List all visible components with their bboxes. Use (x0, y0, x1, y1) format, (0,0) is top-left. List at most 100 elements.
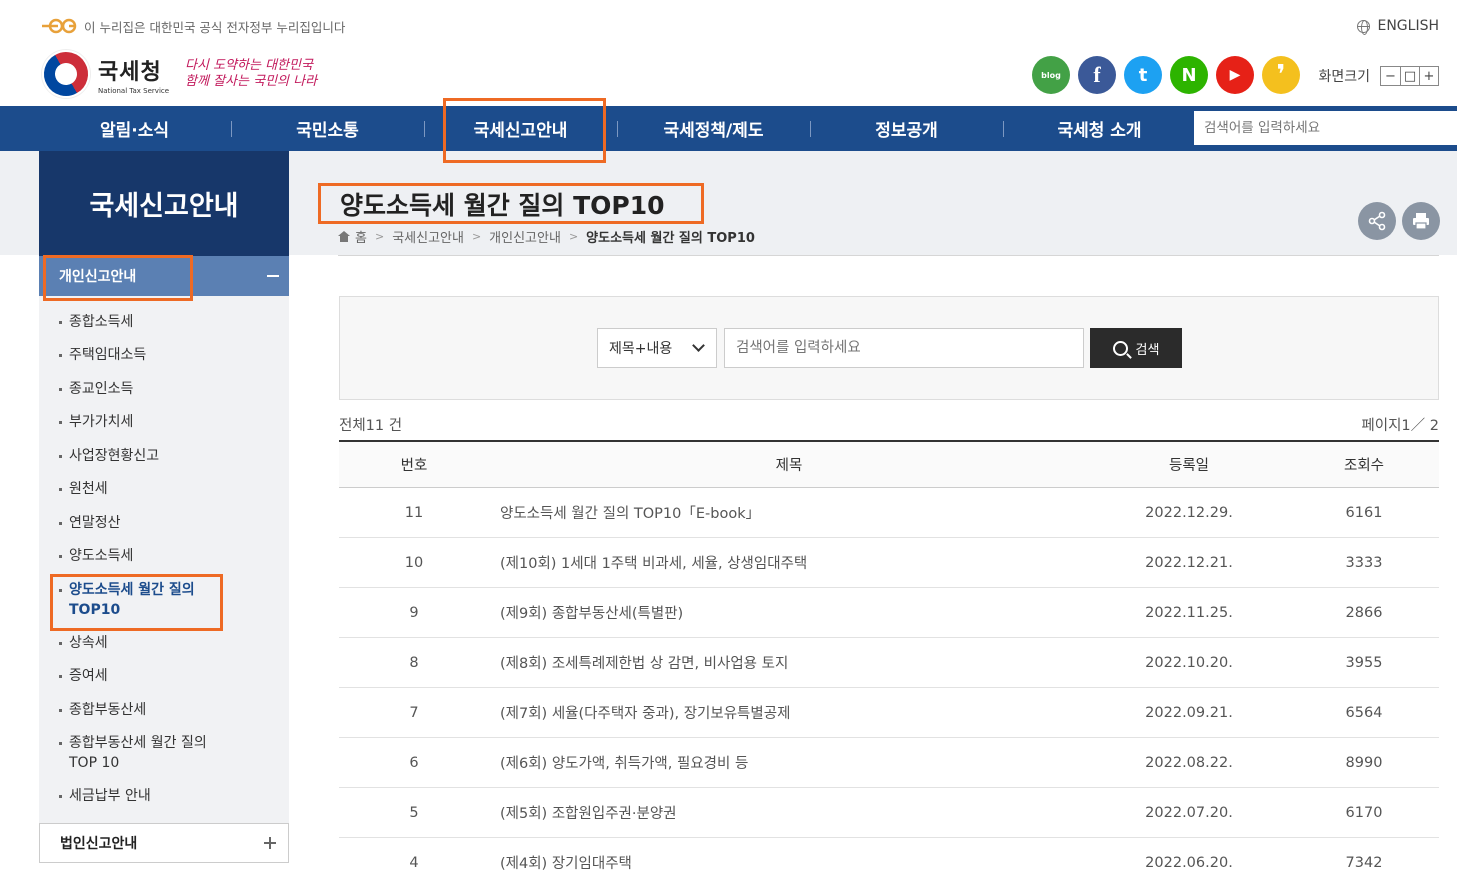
title-divider (338, 255, 1439, 256)
row-title-link[interactable]: (제4회) 장기임대주택 (489, 852, 1089, 873)
row-title-link[interactable]: 양도소득세 월간 질의 TOP10「E-book」 (489, 502, 1089, 523)
gnb-item-about[interactable]: 국세청 소개 (1003, 106, 1196, 151)
sidebar-item[interactable]: 연말정산 (59, 513, 269, 533)
col-no: 번호 (400, 458, 428, 474)
table-row: 5 (제5회) 조합원입주권·분양권 2022.07.20. 6170 (339, 788, 1439, 838)
col-date: 등록일 (1168, 458, 1210, 474)
zoom-out-button[interactable]: − (1381, 67, 1400, 85)
row-title-link[interactable]: (제6회) 양도가액, 취득가액, 필요경비 등 (489, 752, 1089, 773)
search-button[interactable]: 검색 (1090, 328, 1182, 368)
collapse-icon (267, 275, 279, 277)
breadcrumb-current: 양도소득세 월간 질의 TOP10 (586, 231, 755, 246)
row-date: 2022.08.22. (1145, 754, 1233, 771)
sidebar-item[interactable]: 종합소득세 (59, 312, 269, 332)
board-search: 제목+내용 검색 (339, 296, 1439, 400)
print-icon[interactable] (1402, 202, 1440, 240)
row-date: 2022.09.21. (1145, 704, 1233, 721)
sidebar-item[interactable]: 사업장현황신고 (59, 446, 269, 466)
row-no: 10 (404, 554, 424, 571)
row-title-link[interactable]: (제8회) 조세특례제한법 상 감면, 비사업용 토지 (489, 652, 1089, 673)
sidebar-item[interactable]: 종합부동산세 (59, 700, 269, 720)
gov-banner-text: 이 누리집은 대한민국 공식 전자정부 누리집입니다 (84, 19, 346, 35)
table-row: 8 (제8회) 조세특례제한법 상 감면, 비사업용 토지 2022.10.20… (339, 638, 1439, 688)
gnb-item-news[interactable]: 알림·소식 (38, 106, 231, 151)
sidebar-item[interactable]: 증여세 (59, 666, 269, 686)
sidebar-item[interactable]: 상속세 (59, 633, 269, 653)
sidebar-item[interactable]: 부가가치세 (59, 412, 269, 432)
blog-icon[interactable]: blog (1032, 56, 1070, 94)
row-no: 11 (404, 504, 424, 521)
twitter-icon[interactable]: t (1124, 56, 1162, 94)
search-scope-select[interactable]: 제목+내용 (597, 328, 717, 368)
row-views: 3333 (1345, 554, 1383, 571)
row-title-link[interactable]: (제10회) 1세대 1주택 비과세, 세율, 상생임대주택 (489, 552, 1089, 573)
zoom-in-button[interactable]: + (1419, 67, 1438, 85)
zoom-reset-button[interactable]: □ (1400, 67, 1419, 85)
row-title-link[interactable]: (제5회) 조합원입주권·분양권 (489, 802, 1089, 823)
table-row: 4 (제4회) 장기임대주택 2022.06.20. 7342 (339, 838, 1439, 884)
gov-banner: 이 누리집은 대한민국 공식 전자정부 누리집입니다 (40, 16, 345, 36)
breadcrumb: 홈 > 국세신고안내 > 개인신고안내 > 양도소득세 월간 질의 TOP10 (338, 227, 755, 246)
youtube-icon[interactable]: ▶ (1216, 56, 1254, 94)
taegeuk-emblem-icon (33, 41, 99, 107)
total-count: 전체11 건 (339, 418, 403, 434)
table-row: 7 (제7회) 세율(다주택자 중과), 장기보유특별공제 2022.09.21… (339, 688, 1439, 738)
col-views: 조회수 (1343, 458, 1385, 474)
breadcrumb-home[interactable]: 홈 (355, 227, 367, 246)
sidebar-item[interactable]: 세금납부 안내 (59, 786, 269, 806)
kakao-icon[interactable]: ❜ (1262, 56, 1300, 94)
highlight-sidebar-group (43, 255, 193, 301)
page-info: 페이지1／ 2 (1361, 418, 1439, 434)
gnb-search-input[interactable] (1194, 111, 1457, 145)
sidebar-title: 국세신고안내 (39, 151, 289, 256)
row-date: 2022.10.20. (1145, 654, 1233, 671)
sidebar-item[interactable]: 종합부동산세 월간 질의 TOP 10 (59, 733, 229, 773)
row-title-link[interactable]: (제7회) 세율(다주택자 중과), 장기보유특별공제 (489, 702, 1089, 723)
board-table: 번호 제목 등록일 조회수 11 양도소득세 월간 질의 TOP10「E-boo… (339, 440, 1439, 884)
table-row: 6 (제6회) 양도가액, 취득가액, 필요경비 등 2022.08.22. 8… (339, 738, 1439, 788)
share-icon[interactable] (1358, 202, 1396, 240)
sidebar-group2-label: 법인신고안내 (60, 836, 138, 852)
row-date: 2022.12.29. (1145, 504, 1233, 521)
expand-icon (264, 837, 276, 849)
highlight-page-title (318, 183, 704, 224)
gnb-item-tax-policy[interactable]: 국세정책/제도 (617, 106, 810, 151)
zoom-label: 화면크기 (1318, 69, 1370, 85)
logo-english: National Tax Service (98, 86, 170, 95)
chevron-down-icon (692, 339, 705, 352)
row-views: 6564 (1345, 704, 1383, 721)
home-icon (338, 231, 350, 242)
sidebar-item[interactable]: 양도소득세 (59, 546, 269, 566)
row-no: 6 (409, 754, 419, 771)
sidebar-item[interactable]: 종교인소득 (59, 379, 269, 399)
naver-post-icon[interactable]: N (1170, 56, 1208, 94)
breadcrumb-item[interactable]: 개인신고안내 (489, 227, 561, 246)
row-title-link[interactable]: (제9회) 종합부동산세(특별판) (489, 602, 1089, 623)
sidebar-item[interactable]: 원천세 (59, 479, 269, 499)
english-link[interactable]: ENGLISH (1357, 18, 1439, 35)
nts-logo[interactable]: 국세청 National Tax Service 다시 도약하는 대한민국 함께… (33, 41, 325, 107)
row-views: 3955 (1345, 654, 1383, 671)
row-no: 8 (409, 654, 419, 671)
gnb-item-communication[interactable]: 국민소통 (231, 106, 424, 151)
col-title: 제목 (775, 458, 803, 474)
row-date: 2022.12.21. (1145, 554, 1233, 571)
row-views: 6170 (1345, 804, 1383, 821)
row-date: 2022.11.25. (1145, 604, 1233, 621)
facebook-icon[interactable]: f (1078, 56, 1116, 94)
table-row: 10 (제10회) 1세대 1주택 비과세, 세율, 상생임대주택 2022.1… (339, 538, 1439, 588)
table-row: 11 양도소득세 월간 질의 TOP10「E-book」 2022.12.29.… (339, 488, 1439, 538)
search-button-label: 검색 (1135, 342, 1160, 358)
sns-links: blog f t N ▶ ❜ (1032, 56, 1300, 94)
breadcrumb-item[interactable]: 국세신고안내 (392, 227, 464, 246)
row-views: 7342 (1345, 854, 1383, 871)
table-header: 번호 제목 등록일 조회수 (339, 440, 1439, 488)
row-date: 2022.06.20. (1145, 854, 1233, 871)
logo-korean: 국세청 (98, 59, 162, 85)
sidebar-item[interactable]: 주택임대소득 (59, 345, 269, 365)
search-icon (1112, 340, 1128, 356)
gnb-item-disclosure[interactable]: 정보공개 (810, 106, 1003, 151)
row-views: 2866 (1345, 604, 1383, 621)
search-input[interactable] (724, 328, 1084, 368)
sidebar-group-corporate[interactable]: 법인신고안내 (39, 823, 289, 863)
